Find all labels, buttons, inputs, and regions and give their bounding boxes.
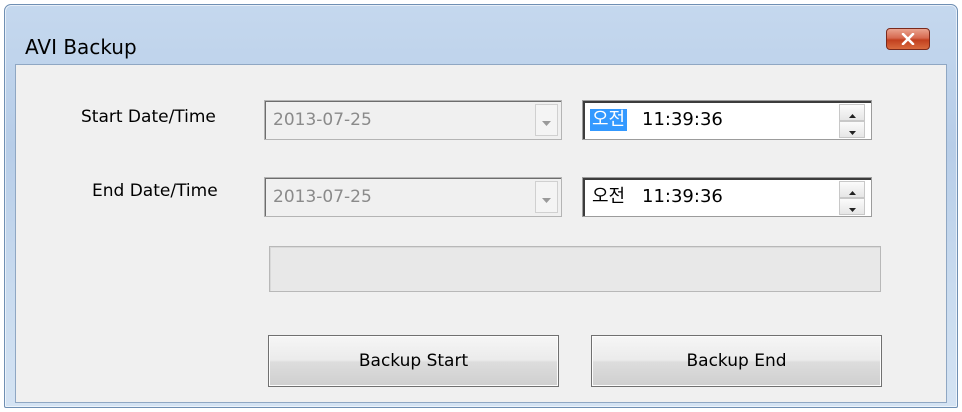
- caret-down-icon: [848, 120, 856, 139]
- end-date-time-label: End Date/Time: [92, 181, 218, 201]
- start-time-field[interactable]: 11:39:36: [642, 109, 723, 131]
- close-icon: [900, 30, 916, 49]
- chevron-down-icon: [542, 188, 551, 207]
- avi-backup-window: AVI Backup Start Date/Time 2013-07-25 오전…: [4, 4, 958, 408]
- end-time-up-button[interactable]: [839, 181, 865, 198]
- end-ampm-field[interactable]: 오전: [590, 186, 627, 208]
- end-time-picker[interactable]: 오전 11:39:36: [582, 177, 872, 217]
- dialog-client-area: Start Date/Time 2013-07-25 오전 11:39:36 E…: [15, 64, 947, 403]
- end-date-combo[interactable]: 2013-07-25: [264, 177, 562, 217]
- caret-down-icon: [848, 197, 856, 216]
- window-title: AVI Backup: [25, 35, 137, 59]
- end-time-spinner[interactable]: [839, 181, 865, 215]
- chevron-down-icon: [542, 111, 551, 130]
- start-time-picker[interactable]: 오전 11:39:36: [582, 100, 872, 140]
- start-date-combo[interactable]: 2013-07-25: [264, 100, 562, 140]
- backup-start-button[interactable]: Backup Start: [268, 335, 559, 387]
- end-time-field[interactable]: 11:39:36: [642, 186, 723, 208]
- start-date-value: 2013-07-25: [273, 110, 372, 130]
- start-date-time-label: Start Date/Time: [81, 107, 216, 127]
- close-button[interactable]: [886, 28, 930, 50]
- end-date-value: 2013-07-25: [273, 187, 372, 207]
- backup-progress-bar: [269, 246, 881, 292]
- start-date-dropdown-button[interactable]: [535, 104, 558, 136]
- backup-end-button[interactable]: Backup End: [591, 335, 882, 387]
- start-time-spinner[interactable]: [839, 104, 865, 138]
- start-ampm-field[interactable]: 오전: [590, 109, 628, 131]
- end-time-down-button[interactable]: [839, 198, 865, 215]
- end-date-dropdown-button[interactable]: [535, 181, 558, 213]
- start-time-up-button[interactable]: [839, 104, 865, 121]
- start-time-down-button[interactable]: [839, 121, 865, 138]
